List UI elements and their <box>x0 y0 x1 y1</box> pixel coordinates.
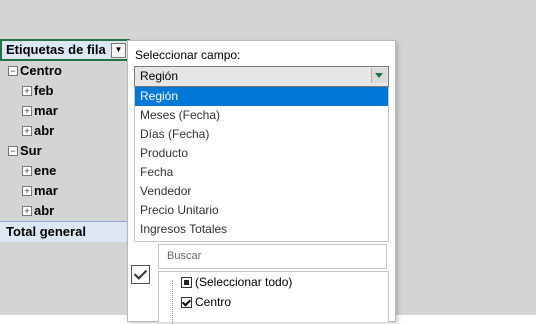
checkmark-icon[interactable] <box>131 265 150 284</box>
row-labels-header[interactable]: Etiquetas de fila ▼ <box>0 39 130 61</box>
expand-icon[interactable]: + <box>22 205 32 216</box>
filter-value-label: Centro <box>195 295 232 309</box>
pivot-row-label: mar <box>34 103 58 118</box>
pivot-row-label: Sur <box>20 143 42 158</box>
filter-value-item[interactable]: Centro <box>159 292 388 312</box>
field-option[interactable]: Producto <box>135 144 388 163</box>
pivot-table: Etiquetas de fila ▼ − Centro + feb + mar + a… <box>0 39 130 242</box>
pivot-row-centro[interactable]: − Centro <box>0 61 128 81</box>
row-labels-header-text: Etiquetas de fila <box>6 42 106 57</box>
grand-total-row[interactable]: Total general <box>0 221 128 242</box>
column-divider <box>530 0 531 315</box>
pivot-row-label: feb <box>34 83 54 98</box>
expand-icon[interactable]: + <box>22 105 32 116</box>
field-select[interactable]: Región <box>134 66 389 87</box>
filter-value-checkbox[interactable] <box>181 297 192 308</box>
pivot-row-ene[interactable]: + ene <box>0 161 128 181</box>
pivot-row-label: abr <box>34 203 55 218</box>
select-all-label: (Seleccionar todo) <box>195 275 293 289</box>
pivot-row-feb[interactable]: + feb <box>0 81 128 101</box>
expand-icon[interactable]: + <box>22 165 32 176</box>
select-all-checkbox[interactable] <box>181 277 192 288</box>
select-field-label: Seleccionar campo: <box>135 48 241 62</box>
column-divider <box>422 0 423 315</box>
pivot-row-label: ene <box>34 163 57 178</box>
filter-dropdown-icon[interactable]: ▼ <box>111 43 126 58</box>
pivot-row-label: abr <box>34 123 55 138</box>
pivot-row-sur[interactable]: − Sur <box>0 141 128 161</box>
grand-total-label: Total general <box>6 224 86 239</box>
field-option[interactable]: Vendedor <box>135 182 388 201</box>
search-placeholder: Buscar <box>167 250 202 262</box>
field-options-list: Región Meses (Fecha) Días (Fecha) Produc… <box>134 87 389 242</box>
pivot-row-label: mar <box>34 183 58 198</box>
field-filter-panel: Seleccionar campo: Región Región Meses (… <box>127 40 396 324</box>
pivot-row-abr[interactable]: + abr <box>0 121 128 141</box>
expand-icon[interactable]: + <box>22 185 32 196</box>
pivot-row-label: Centro <box>20 63 62 78</box>
field-option[interactable]: Días (Fecha) <box>135 125 388 144</box>
chevron-down-icon[interactable] <box>371 68 387 83</box>
field-option[interactable]: Precio Unitario <box>135 201 388 220</box>
field-select-value: Región <box>140 69 179 83</box>
filter-value-tree: (Seleccionar todo) Centro <box>158 271 389 324</box>
field-option[interactable]: Fecha <box>135 163 388 182</box>
field-option[interactable]: Ingresos Totales <box>135 220 388 239</box>
search-input[interactable]: Buscar <box>158 244 387 269</box>
select-all-item[interactable]: (Seleccionar todo) <box>159 272 388 292</box>
pivot-row-abr[interactable]: + abr <box>0 201 128 221</box>
pivot-row-mar[interactable]: + mar <box>0 181 128 201</box>
collapse-icon[interactable]: − <box>8 145 18 156</box>
collapse-icon[interactable]: − <box>8 65 18 76</box>
expand-icon[interactable]: + <box>22 125 32 136</box>
field-option[interactable]: Región <box>135 87 388 106</box>
pivot-row-mar[interactable]: + mar <box>0 101 128 121</box>
field-option[interactable]: Meses (Fecha) <box>135 106 388 125</box>
expand-icon[interactable]: + <box>22 85 32 96</box>
